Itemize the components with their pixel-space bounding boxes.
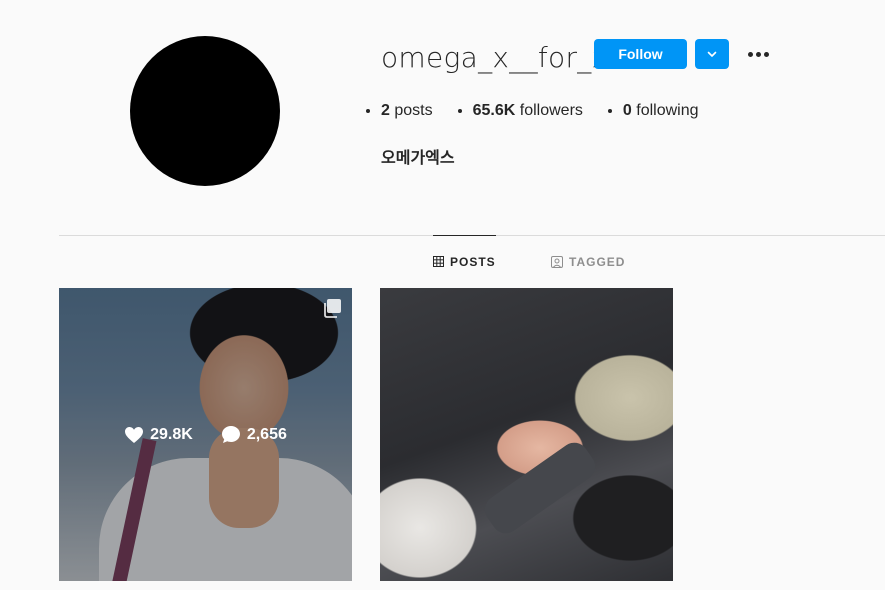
dot — [763, 51, 769, 57]
likes-count: 29.8K — [150, 425, 193, 443]
profile-username: omega_x__for_x — [381, 41, 609, 74]
profile-stats: 2 posts 65.6K followers 0 following — [381, 101, 739, 121]
comments-count: 2,656 — [246, 425, 287, 443]
stat-label: followers — [519, 102, 583, 119]
heart-icon — [125, 426, 144, 443]
stat-label: posts — [394, 102, 433, 119]
profile-avatar[interactable] — [130, 36, 280, 186]
stat-value: 2 — [381, 102, 390, 119]
suggested-dropdown-button[interactable] — [695, 39, 729, 69]
post-likes: 29.8K — [124, 426, 193, 444]
stat-followers[interactable]: 65.6K followers — [473, 101, 583, 121]
stat-value: 0 — [622, 102, 632, 119]
stat-label: following — [636, 102, 699, 119]
carousel-icon — [322, 298, 342, 323]
grid-icon — [433, 256, 444, 267]
stat-posts: 2 posts — [381, 101, 433, 121]
tab-posts[interactable]: POSTS — [433, 235, 496, 287]
post-thumbnail[interactable]: 29.8K 2,656 — [59, 288, 352, 581]
profile-full-name: 오메가엑스 — [381, 148, 455, 167]
follow-button[interactable]: Follow — [594, 39, 687, 69]
dot — [755, 51, 761, 57]
tab-tagged[interactable]: TAGGED — [551, 236, 625, 288]
post-thumbnail[interactable] — [380, 288, 673, 581]
chevron-down-icon — [707, 51, 717, 57]
post-hover-overlay: 29.8K 2,656 — [59, 288, 352, 581]
post-image — [380, 288, 673, 581]
more-options-icon[interactable] — [742, 40, 774, 68]
stat-value: 65.6K — [472, 102, 516, 119]
post-comments: 2,656 — [221, 425, 287, 444]
tab-label: POSTS — [450, 254, 496, 269]
stat-following[interactable]: 0 following — [623, 101, 699, 121]
tab-label: TAGGED — [569, 255, 626, 269]
tag-user-icon — [551, 256, 563, 268]
dot — [747, 51, 753, 57]
comment-bubble-icon — [221, 426, 240, 443]
